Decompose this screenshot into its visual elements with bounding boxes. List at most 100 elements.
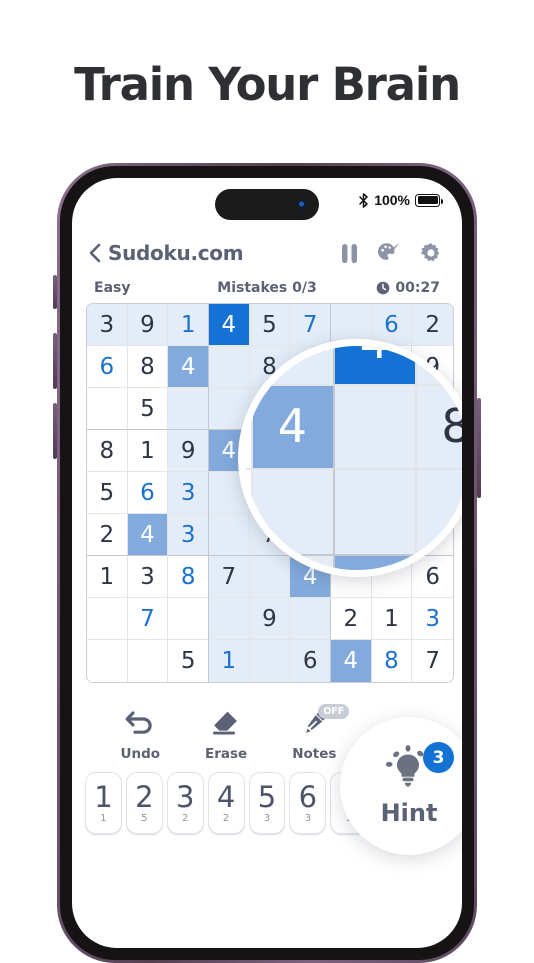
numpad-remaining-count: 2 (182, 812, 189, 824)
eraser-icon (210, 709, 242, 737)
sudoku-cell-r1c2[interactable]: 9 (127, 304, 169, 346)
sudoku-cell-r8c5[interactable]: 9 (249, 598, 291, 640)
notes-button[interactable]: OFF Notes (292, 704, 350, 762)
sudoku-cell-r9c2[interactable] (127, 640, 169, 682)
sudoku-cell-r3c2[interactable]: 5 (245, 470, 253, 556)
sudoku-cell-r8c7[interactable]: 2 (331, 598, 372, 640)
sudoku-cell-r2c2[interactable]: 8 (127, 346, 169, 388)
numpad-key-2[interactable]: 25 (125, 772, 163, 834)
sudoku-cell-r1c8[interactable]: 6 (371, 304, 413, 346)
numpad-key-6[interactable]: 63 (289, 772, 327, 834)
power-button[interactable] (477, 398, 481, 498)
sudoku-cell-r9c5[interactable] (249, 640, 291, 682)
phone-device-frame: 100% Sudoku.com Easy Mistakes 0/3 00:27 … (53, 163, 481, 963)
sudoku-cell-r2c3[interactable]: 4 (252, 386, 335, 471)
sudoku-cell-r8c3[interactable] (168, 598, 209, 640)
numpad-digit: 1 (94, 779, 113, 814)
back-button[interactable]: Sudoku.com (88, 241, 244, 265)
hint-count-badge: 3 (423, 742, 454, 773)
sudoku-cell-r7c3[interactable]: 8 (168, 556, 209, 598)
volume-down-button[interactable] (53, 403, 57, 459)
undo-label: Undo (120, 746, 161, 762)
erase-button[interactable]: Erase (205, 709, 247, 762)
sudoku-cell-r8c2[interactable]: 7 (127, 598, 169, 640)
sudoku-cell-r9c4[interactable]: 1 (209, 640, 250, 682)
sudoku-cell-r8c1[interactable] (87, 598, 128, 640)
gear-icon[interactable] (420, 242, 442, 264)
sudoku-cell-r3c3[interactable] (168, 388, 209, 430)
game-meta-row: Easy Mistakes 0/3 00:27 (72, 274, 462, 303)
sudoku-cell-r1c3[interactable]: 1 (252, 346, 335, 387)
sudoku-cell-r1c4[interactable]: 4 (209, 304, 250, 346)
chevron-left-icon (88, 243, 101, 263)
sudoku-cell-r5c1[interactable]: 5 (87, 472, 128, 514)
sudoku-cell-r5c2[interactable]: 6 (127, 472, 169, 514)
app-title: Sudoku.com (108, 241, 244, 265)
sudoku-cell-r1c6[interactable]: 7 (290, 304, 331, 346)
sudoku-cell-r6c1[interactable]: 2 (87, 514, 128, 556)
sudoku-cell-r2c1[interactable]: 6 (87, 346, 128, 388)
numpad-digit: 6 (298, 779, 318, 814)
notes-label: Notes (292, 746, 337, 762)
sudoku-cell-r1c2[interactable]: 9 (245, 346, 253, 387)
phone-screen: 100% Sudoku.com Easy Mistakes 0/3 00:27 … (72, 178, 462, 948)
numpad-key-3[interactable]: 32 (166, 772, 204, 834)
sudoku-cell-r7c4[interactable]: 7 (209, 556, 250, 598)
sudoku-cell-r3c1[interactable] (87, 388, 128, 430)
sudoku-cell-r2c2[interactable]: 8 (245, 386, 253, 471)
sudoku-cell-r9c9[interactable]: 7 (412, 640, 453, 682)
sudoku-cell-r3c2[interactable]: 5 (127, 388, 169, 430)
palette-brush-icon[interactable] (377, 242, 401, 264)
magnifier-lens: 3914576268487595819435563482437371387467… (238, 339, 462, 577)
undo-button[interactable]: Undo (120, 709, 161, 762)
sudoku-cell-r8c8[interactable]: 1 (371, 598, 413, 640)
sudoku-cell-r1c5[interactable]: 5 (249, 304, 291, 346)
sudoku-cell-r2c5[interactable]: 8 (416, 386, 462, 471)
sudoku-cell-r3c4[interactable] (334, 470, 417, 556)
sudoku-cell-r8c6[interactable] (290, 598, 331, 640)
bluetooth-icon (358, 192, 369, 208)
sudoku-cell-r6c2[interactable]: 4 (127, 514, 169, 556)
sudoku-cell-r8c9[interactable]: 3 (412, 598, 453, 640)
sudoku-cell-r8c4[interactable] (209, 598, 250, 640)
numpad-digit: 4 (216, 779, 236, 814)
sudoku-cell-r4c3[interactable]: 9 (168, 430, 209, 472)
action-button[interactable] (53, 275, 57, 309)
sudoku-cell-r1c1[interactable]: 3 (87, 304, 128, 346)
app-navbar: Sudoku.com (72, 228, 462, 274)
sudoku-cell-r9c6[interactable]: 6 (290, 640, 331, 682)
hint-button[interactable]: 3 Hint (340, 717, 462, 855)
sudoku-cell-r3c5[interactable] (416, 470, 462, 556)
volume-up-button[interactable] (53, 333, 57, 389)
numpad-digit: 5 (257, 779, 277, 814)
sudoku-cell-r1c3[interactable]: 1 (168, 304, 209, 346)
pause-icon[interactable] (341, 243, 358, 264)
sudoku-cell-r7c2[interactable]: 3 (127, 556, 169, 598)
sudoku-cell-r2c4[interactable] (209, 346, 250, 388)
timer-group[interactable]: 00:27 (326, 280, 440, 296)
sudoku-cell-r1c4[interactable]: 4 (334, 346, 417, 387)
sudoku-cell-r5c3[interactable]: 3 (168, 472, 209, 514)
sudoku-cell-r6c3[interactable]: 3 (168, 514, 209, 556)
sudoku-cell-r4c2[interactable]: 1 (127, 430, 169, 472)
sudoku-cell-r9c1[interactable] (87, 640, 128, 682)
sudoku-cell-r9c7[interactable]: 4 (331, 640, 372, 682)
sudoku-cell-r9c3[interactable]: 5 (168, 640, 209, 682)
numpad-key-4[interactable]: 42 (207, 772, 245, 834)
sudoku-cell-r9c8[interactable]: 8 (371, 640, 413, 682)
sudoku-cell-r2c4[interactable] (334, 386, 417, 471)
numpad-key-1[interactable]: 11 (85, 772, 122, 834)
navbar-actions (341, 242, 442, 264)
sudoku-cell-r2c3[interactable]: 4 (168, 346, 209, 388)
sudoku-cell-r7c1[interactable]: 1 (87, 556, 128, 598)
numpad-remaining-count: 2 (222, 812, 230, 824)
sudoku-cell-r6c4[interactable] (209, 514, 250, 556)
notes-off-badge: OFF (318, 704, 350, 719)
sudoku-cell-r3c3[interactable] (252, 470, 335, 556)
status-bar: 100% (72, 178, 462, 228)
numpad-key-5[interactable]: 53 (248, 772, 286, 834)
sudoku-cell-r4c1[interactable]: 8 (87, 430, 128, 472)
numpad-remaining-count: 3 (263, 812, 271, 824)
sudoku-cell-r1c5[interactable]: 5 (416, 346, 462, 387)
sudoku-cell-r1c9[interactable]: 2 (412, 304, 453, 346)
